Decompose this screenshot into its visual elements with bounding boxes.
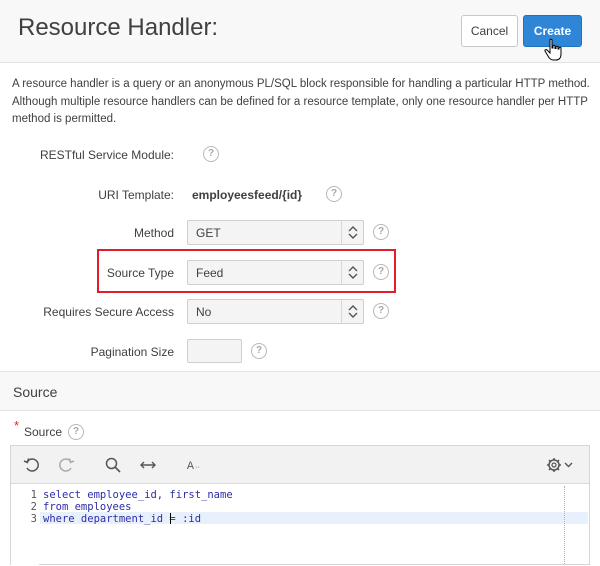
section-title: Source: [13, 384, 58, 400]
secure-access-select[interactable]: No: [187, 299, 364, 324]
pagination-size-label: Pagination Size: [90, 345, 174, 359]
gear-icon[interactable]: [546, 456, 576, 474]
required-indicator: *: [14, 418, 20, 433]
select-arrows-icon: [341, 300, 363, 323]
code-editor[interactable]: A ·· 1 2 3 select employee_id, first_nam…: [10, 445, 590, 566]
method-value: GET: [196, 226, 221, 240]
description-text: A resource handler is a query or an anon…: [12, 78, 590, 125]
secure-access-label: Requires Secure Access: [43, 305, 174, 319]
text-caret: [170, 513, 171, 524]
uri-template-value: employeesfeed/{id}: [192, 188, 303, 202]
redo-icon[interactable]: [57, 456, 75, 474]
method-select[interactable]: GET: [187, 220, 364, 245]
line-number: 1: [30, 489, 37, 501]
undo-icon[interactable]: [23, 456, 41, 474]
help-icon[interactable]: ?: [373, 224, 389, 240]
code-line[interactable]: from employees: [43, 501, 132, 513]
highlight-annotation: [97, 249, 396, 293]
expand-width-icon[interactable]: [139, 456, 157, 474]
search-icon[interactable]: [104, 456, 122, 474]
help-icon[interactable]: ?: [203, 146, 219, 162]
pagination-size-input[interactable]: [187, 339, 242, 363]
source-section-header: Source: [0, 371, 600, 411]
module-label: RESTful Service Module:: [39, 148, 174, 162]
font-size-icon[interactable]: A ··: [186, 456, 204, 474]
source-label: Source: [24, 425, 63, 439]
select-arrows-icon: [341, 221, 363, 244]
line-number: 2: [30, 501, 37, 513]
code-line[interactable]: where department_id = :id: [43, 513, 201, 525]
hand-pointer-icon: [544, 38, 562, 61]
help-icon[interactable]: ?: [373, 303, 389, 319]
secure-access-value: No: [196, 305, 212, 319]
svg-text:A: A: [187, 460, 195, 472]
page-title: Resource Handler:: [18, 14, 219, 41]
uri-template-label: URI Template:: [98, 188, 174, 202]
method-label: Method: [133, 226, 174, 240]
line-number: 3: [30, 513, 37, 525]
editor-toolbar: A ··: [11, 446, 589, 484]
print-margin: [564, 486, 565, 564]
code-line[interactable]: select employee_id, first_name: [43, 489, 233, 501]
help-icon[interactable]: ?: [326, 186, 342, 202]
page-header: Resource Handler: Cancel Create: [0, 0, 600, 63]
help-icon[interactable]: ?: [68, 424, 84, 440]
svg-text:··: ··: [195, 462, 200, 471]
help-icon[interactable]: ?: [251, 343, 267, 359]
cancel-button[interactable]: Cancel: [461, 15, 518, 47]
